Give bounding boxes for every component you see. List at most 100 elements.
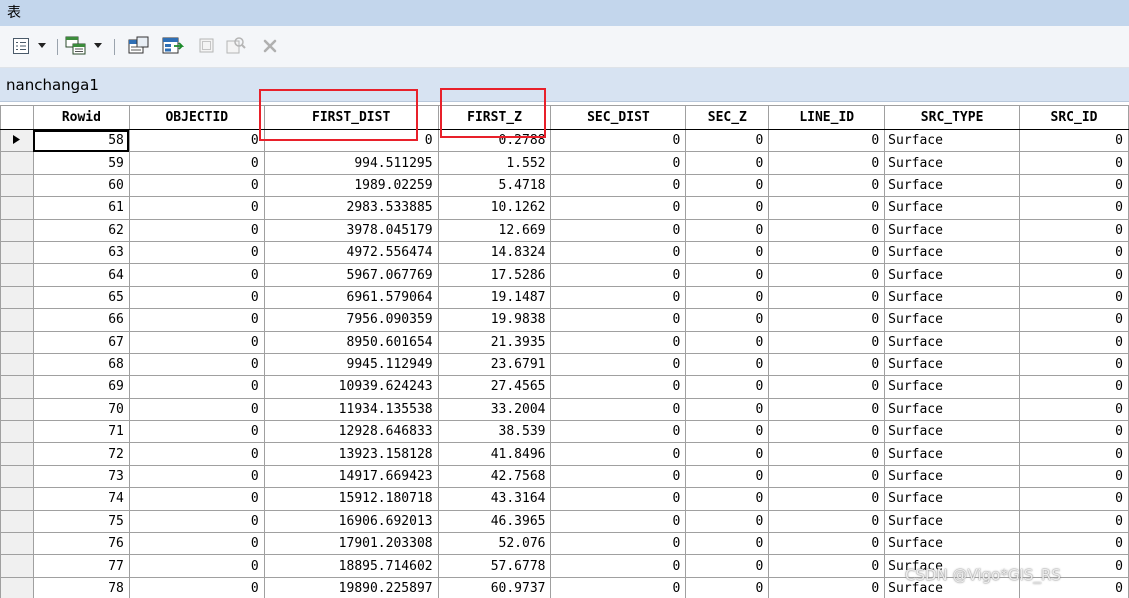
cell-src-id[interactable]: 0 — [1019, 442, 1129, 466]
row-selector[interactable] — [0, 263, 34, 287]
dropdown-arrow-icon[interactable] — [36, 35, 48, 57]
cell-objectid[interactable]: 0 — [128, 576, 265, 598]
cell-src-type[interactable]: Surface — [884, 487, 1021, 511]
row-selector-header[interactable] — [0, 105, 34, 130]
table-tab[interactable]: nanchanga1 — [0, 68, 1129, 102]
cell-sec-dist[interactable]: 0 — [550, 330, 687, 354]
cell-src-id[interactable]: 0 — [1019, 375, 1129, 399]
cell-src-type[interactable]: Surface — [884, 352, 1021, 377]
cell-sec-dist[interactable]: 0 — [550, 442, 687, 466]
cell-sec-z[interactable]: 0 — [685, 173, 770, 198]
cell-sec-z[interactable]: 0 — [685, 420, 770, 444]
cell-first-dist[interactable]: 18895.714602 — [263, 554, 439, 578]
cell-rowid[interactable]: 67 — [32, 330, 130, 354]
cell-src-id[interactable]: 0 — [1019, 308, 1129, 332]
cell-src-type[interactable]: Surface — [884, 375, 1021, 399]
cell-objectid[interactable]: 0 — [128, 532, 265, 556]
cell-rowid[interactable]: 63 — [32, 240, 130, 265]
cell-first-z[interactable]: 57.6778 — [437, 554, 552, 578]
cell-src-id[interactable]: 0 — [1019, 487, 1129, 511]
cell-sec-z[interactable]: 0 — [685, 487, 770, 511]
cell-first-dist[interactable]: 17901.203308 — [263, 532, 439, 556]
column-header-objectid[interactable]: OBJECTID — [128, 105, 265, 130]
column-header-rowid[interactable]: Rowid — [32, 105, 130, 130]
column-header-sec-dist[interactable]: SEC_DIST — [550, 105, 687, 130]
table-row[interactable]: 71 0 12928.646833 38.539 0 0 0 Surface 0 — [0, 420, 1129, 444]
cell-line-id[interactable]: 0 — [768, 554, 886, 578]
cell-src-type[interactable]: Surface — [884, 509, 1021, 534]
cell-src-type[interactable]: Surface — [884, 196, 1021, 220]
cell-line-id[interactable]: 0 — [768, 218, 886, 242]
cell-src-id[interactable]: 0 — [1019, 128, 1129, 153]
cell-src-id[interactable]: 0 — [1019, 352, 1129, 377]
cell-objectid[interactable]: 0 — [128, 330, 265, 354]
row-selector[interactable] — [0, 576, 34, 598]
cell-line-id[interactable]: 0 — [768, 128, 886, 153]
table-row[interactable]: 62 0 3978.045179 12.669 0 0 0 Surface 0 — [0, 218, 1129, 242]
row-selector[interactable] — [0, 375, 34, 399]
table-row[interactable]: 68 0 9945.112949 23.6791 0 0 0 Surface 0 — [0, 352, 1129, 377]
cell-first-z[interactable]: 23.6791 — [437, 352, 552, 377]
cell-sec-z[interactable]: 0 — [685, 285, 770, 310]
cell-sec-z[interactable]: 0 — [685, 263, 770, 287]
row-selector[interactable] — [0, 128, 34, 153]
cell-first-z[interactable]: 52.076 — [437, 532, 552, 556]
cell-src-id[interactable]: 0 — [1019, 151, 1129, 175]
cell-src-id[interactable]: 0 — [1019, 397, 1129, 422]
cell-sec-dist[interactable]: 0 — [550, 173, 687, 198]
cell-sec-dist[interactable]: 0 — [550, 128, 687, 153]
cell-first-z[interactable]: 1.552 — [437, 151, 552, 175]
cell-sec-dist[interactable]: 0 — [550, 487, 687, 511]
cell-objectid[interactable]: 0 — [128, 173, 265, 198]
cell-line-id[interactable]: 0 — [768, 397, 886, 422]
cell-rowid[interactable]: 69 — [32, 375, 130, 399]
cell-first-z[interactable]: 46.3965 — [437, 509, 552, 534]
cell-sec-dist[interactable]: 0 — [550, 397, 687, 422]
cell-first-z[interactable]: 60.9737 — [437, 576, 552, 598]
cell-sec-dist[interactable]: 0 — [550, 218, 687, 242]
cell-first-z[interactable]: 41.8496 — [437, 442, 552, 466]
table-row[interactable]: 76 0 17901.203308 52.076 0 0 0 Surface 0 — [0, 532, 1129, 556]
table-row[interactable]: 75 0 16906.692013 46.3965 0 0 0 Surface 0 — [0, 509, 1129, 534]
cell-first-z[interactable]: 19.1487 — [437, 285, 552, 310]
cell-line-id[interactable]: 0 — [768, 173, 886, 198]
cell-first-dist[interactable]: 994.511295 — [263, 151, 439, 175]
cell-line-id[interactable]: 0 — [768, 308, 886, 332]
cell-first-z[interactable]: 42.7568 — [437, 464, 552, 489]
cell-sec-dist[interactable]: 0 — [550, 464, 687, 489]
cell-rowid[interactable]: 62 — [32, 218, 130, 242]
cell-objectid[interactable]: 0 — [128, 487, 265, 511]
cell-line-id[interactable]: 0 — [768, 375, 886, 399]
cell-line-id[interactable]: 0 — [768, 263, 886, 287]
cell-src-id[interactable]: 0 — [1019, 330, 1129, 354]
cell-first-dist[interactable]: 2983.533885 — [263, 196, 439, 220]
cell-sec-z[interactable]: 0 — [685, 375, 770, 399]
cell-sec-z[interactable]: 0 — [685, 151, 770, 175]
cell-rowid[interactable]: 72 — [32, 442, 130, 466]
table-row[interactable]: 58 0 0 0.2788 0 0 0 Surface 0 — [0, 128, 1129, 153]
cell-line-id[interactable]: 0 — [768, 240, 886, 265]
cell-sec-z[interactable]: 0 — [685, 397, 770, 422]
table-row[interactable]: 73 0 14917.669423 42.7568 0 0 0 Surface 0 — [0, 464, 1129, 489]
cell-src-id[interactable]: 0 — [1019, 285, 1129, 310]
row-selector[interactable] — [0, 196, 34, 220]
column-header-first-z[interactable]: FIRST_Z — [437, 105, 552, 130]
cell-src-type[interactable]: Surface — [884, 397, 1021, 422]
cell-objectid[interactable]: 0 — [128, 308, 265, 332]
cell-sec-z[interactable]: 0 — [685, 464, 770, 489]
cell-rowid[interactable]: 74 — [32, 487, 130, 511]
cell-src-type[interactable]: Surface — [884, 151, 1021, 175]
cell-objectid[interactable]: 0 — [128, 397, 265, 422]
row-selector[interactable] — [0, 308, 34, 332]
cell-sec-z[interactable]: 0 — [685, 576, 770, 598]
table-row[interactable]: 67 0 8950.601654 21.3935 0 0 0 Surface 0 — [0, 330, 1129, 354]
cell-sec-dist[interactable]: 0 — [550, 151, 687, 175]
cell-src-type[interactable]: Surface — [884, 442, 1021, 466]
cell-first-z[interactable]: 5.4718 — [437, 173, 552, 198]
column-header-line-id[interactable]: LINE_ID — [768, 105, 886, 130]
cell-first-z[interactable]: 17.5286 — [437, 263, 552, 287]
cell-first-dist[interactable]: 16906.692013 — [263, 509, 439, 534]
cell-sec-z[interactable]: 0 — [685, 240, 770, 265]
cell-sec-z[interactable]: 0 — [685, 442, 770, 466]
cell-sec-dist[interactable]: 0 — [550, 532, 687, 556]
